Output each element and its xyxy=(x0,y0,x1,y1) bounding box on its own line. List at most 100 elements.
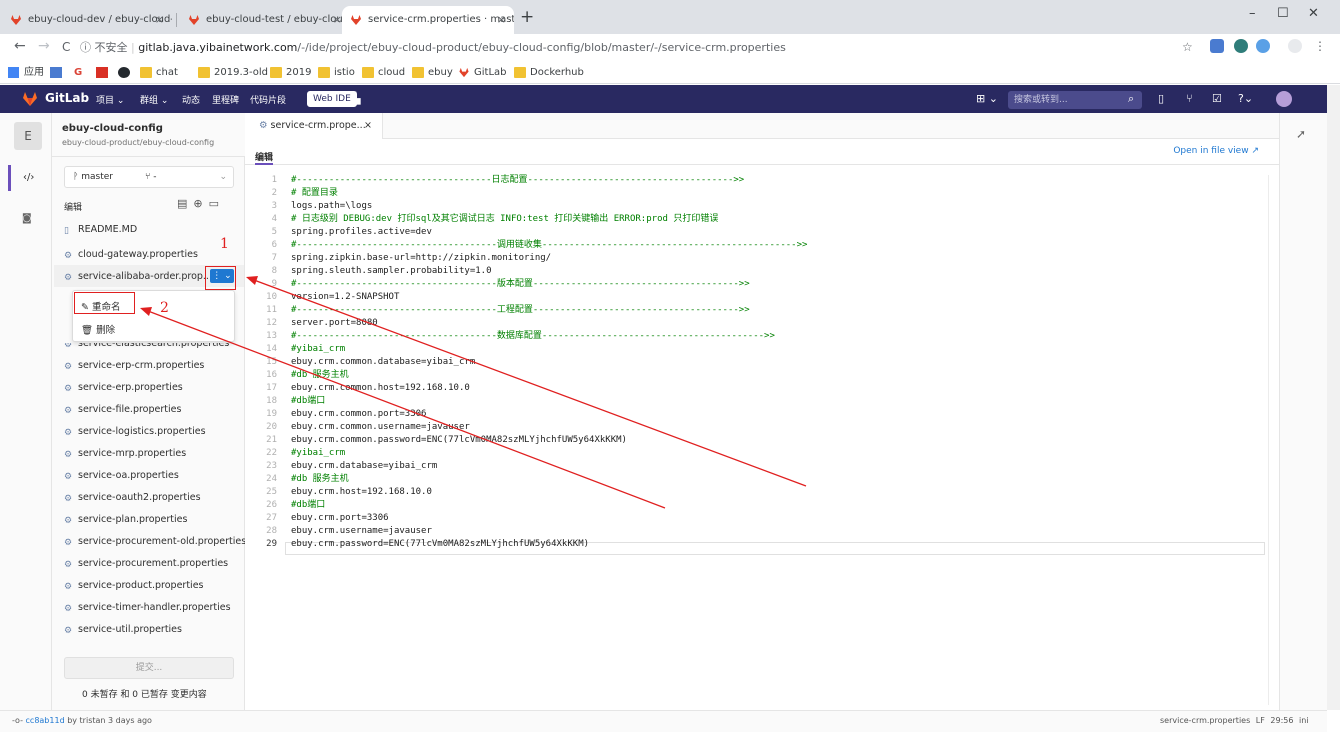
code-line[interactable]: 8 spring.sleuth.sampler.probability=1.0 xyxy=(245,265,492,278)
forward-button[interactable]: → xyxy=(38,38,50,54)
extension-icon[interactable] xyxy=(1234,39,1248,53)
code-line[interactable]: 26 #db端口 xyxy=(245,499,325,512)
code-line[interactable]: 16 #db 服务主机 xyxy=(245,369,349,382)
code-line[interactable]: 24 #db 服务主机 xyxy=(245,473,349,486)
code-line[interactable]: 20 ebuy.crm.common.username=javauser xyxy=(245,421,470,434)
review-mode-icon[interactable]: ◙ xyxy=(22,213,32,224)
file-service-plan[interactable]: ⚙ service-plan.properties xyxy=(64,514,187,526)
bookmark-apps[interactable]: 应用 xyxy=(8,65,44,81)
bookmark-chat[interactable]: chat xyxy=(140,65,178,81)
code-editor[interactable]: 1 #------------------------------------日志… xyxy=(245,165,1279,710)
code-line[interactable]: 7 spring.zipkin.base-url=http://zipkin.mo… xyxy=(245,252,552,265)
code-line[interactable]: 11 #-------------------------------------… xyxy=(245,304,749,317)
code-line[interactable]: 17 ebuy.crm.common.host=192.168.10.0 xyxy=(245,382,470,395)
bookmark-istio[interactable]: istio xyxy=(318,65,355,81)
rocket-icon[interactable]: ➚ xyxy=(1296,127,1306,141)
translate-extension-icon[interactable] xyxy=(1210,39,1224,53)
code-line[interactable]: 27 ebuy.crm.port=3306 xyxy=(245,512,388,525)
upload-icon[interactable]: ⊕ xyxy=(193,197,208,210)
file-service-alibaba-order[interactable]: ⚙ service-alibaba-order.prop... xyxy=(64,271,212,283)
new-item-icon[interactable]: ⊞ ⌄ xyxy=(976,92,998,105)
nav-snippets[interactable]: 代码片段 xyxy=(250,93,286,106)
tab-close-icon[interactable]: × xyxy=(333,6,342,34)
code-line[interactable]: 6 #-------------------------------------调… xyxy=(245,239,808,252)
bookmark-ebuy[interactable]: ebuy xyxy=(412,65,453,81)
profile-icon[interactable] xyxy=(1288,39,1302,53)
code-line[interactable]: 4 # 日志级别 DEBUG:dev 打印sql及其它调试日志 INFO:test… xyxy=(245,213,719,226)
nav-projects[interactable]: 项目 ⌄ xyxy=(96,93,124,106)
browser-menu-icon[interactable]: ⋮ xyxy=(1314,39,1326,53)
file-readme[interactable]: ▯ README.MD xyxy=(64,224,137,236)
file-service-procurement-old[interactable]: ⚙ service-procurement-old.properties xyxy=(64,536,246,548)
browser-tab-crm[interactable]: service-crm.properties · maste × xyxy=(342,6,514,34)
file-service-mrp[interactable]: ⚙ service-mrp.properties xyxy=(64,448,186,460)
code-line[interactable]: 5 spring.profiles.active=dev xyxy=(245,226,432,239)
tab-close-icon[interactable]: × xyxy=(155,6,164,34)
code-line[interactable]: 13 #-------------------------------------… xyxy=(245,330,775,343)
security-indicator[interactable]: ⓘ 不安全 xyxy=(80,41,128,54)
delete-menu-item[interactable]: 🗑 删除 xyxy=(81,322,115,336)
bookmark-github[interactable] xyxy=(118,65,134,81)
maximize-button[interactable]: ☐ xyxy=(1277,6,1289,21)
file-service-erp[interactable]: ⚙ service-erp.properties xyxy=(64,382,183,394)
commit-button[interactable]: 提交... xyxy=(64,657,234,679)
bookmark-2019-3-old[interactable]: 2019.3-old xyxy=(198,65,268,81)
new-directory-icon[interactable]: ▭ xyxy=(209,197,225,210)
gitlab-logo-icon[interactable] xyxy=(22,91,38,107)
minimize-button[interactable]: – xyxy=(1249,6,1256,21)
nav-groups[interactable]: 群组 ⌄ xyxy=(140,93,168,106)
project-name[interactable]: ebuy-cloud-config xyxy=(62,123,163,134)
bookmark-2019[interactable]: 2019 xyxy=(270,65,311,81)
file-service-oa[interactable]: ⚙ service-oa.properties xyxy=(64,470,179,482)
bookmark-dockerhub[interactable]: Dockerhub xyxy=(514,65,584,81)
file-service-util[interactable]: ⚙ service-util.properties xyxy=(64,624,182,636)
code-line[interactable]: 21 ebuy.crm.common.password=ENC(77lcVm0MA… xyxy=(245,434,627,447)
file-service-timer-handler[interactable]: ⚙ service-timer-handler.properties xyxy=(64,602,231,614)
code-line[interactable]: 25 ebuy.crm.host=192.168.10.0 xyxy=(245,486,432,499)
web-ide-button[interactable]: Web IDE xyxy=(307,91,357,107)
page-scrollbar[interactable] xyxy=(1327,85,1340,710)
file-service-oauth2[interactable]: ⚙ service-oauth2.properties xyxy=(64,492,201,504)
file-service-logistics[interactable]: ⚙ service-logistics.properties xyxy=(64,426,206,438)
nav-milestones[interactable]: 里程碑 xyxy=(212,93,239,106)
merge-request-icon[interactable]: ⑂ xyxy=(1186,92,1193,105)
url-bar[interactable]: ⓘ 不安全 | gitlab.java.yibainetwork.com/-/i… xyxy=(80,37,1160,59)
close-tab-icon[interactable]: × xyxy=(364,113,372,139)
bookmark-cloud[interactable]: cloud xyxy=(362,65,405,81)
code-line[interactable]: 28 ebuy.crm.username=javauser xyxy=(245,525,432,538)
bookmark-red[interactable] xyxy=(96,65,112,81)
new-tab-button[interactable]: + xyxy=(520,7,534,27)
code-line[interactable]: 10 version=1.2-SNAPSHOT xyxy=(245,291,399,304)
file-service-erp-crm[interactable]: ⚙ service-erp-crm.properties xyxy=(64,360,204,372)
code-line[interactable]: 29 ebuy.crm.password=ENC(77lcVm0MA82szMLY… xyxy=(245,538,589,551)
close-window-button[interactable]: ✕ xyxy=(1308,6,1319,21)
file-service-procurement[interactable]: ⚙ service-procurement.properties xyxy=(64,558,228,570)
chart-icon[interactable]: ▙ xyxy=(352,92,360,105)
file-service-product[interactable]: ⚙ service-product.properties xyxy=(64,580,204,592)
bookmark-star-icon[interactable]: ☆ xyxy=(1182,40,1193,54)
code-line[interactable]: 2 # 配置目录 xyxy=(245,187,338,200)
code-line[interactable]: 19 ebuy.crm.common.port=3306 xyxy=(245,408,426,421)
issues-icon[interactable]: ☑ xyxy=(1212,92,1222,105)
file-service-file[interactable]: ⚙ service-file.properties xyxy=(64,404,181,416)
code-line[interactable]: 22 #yibai_crm xyxy=(245,447,345,460)
code-line[interactable]: 14 #yibai_crm xyxy=(245,343,345,356)
code-line[interactable]: 23 ebuy.crm.database=yibai_crm xyxy=(245,460,437,473)
merge-request-selector[interactable]: ⑂ - xyxy=(145,167,157,187)
help-icon[interactable]: ?⌄ xyxy=(1238,92,1253,105)
code-line[interactable]: 15 ebuy.crm.common.database=yibai_crm xyxy=(245,356,475,369)
branch-selector[interactable]: ᚹ master ⑂ - ⌄ xyxy=(64,166,234,188)
code-line[interactable]: 3 logs.path=\logs xyxy=(245,200,373,213)
user-avatar[interactable] xyxy=(1276,91,1292,107)
extension-icon[interactable] xyxy=(1256,39,1270,53)
search-input[interactable]: 搜索或转到... xyxy=(1008,91,1142,109)
tab-close-icon[interactable]: × xyxy=(497,6,506,34)
code-line[interactable]: 18 #db端口 xyxy=(245,395,325,408)
bookmark-gitlab[interactable]: GitLab xyxy=(458,65,507,81)
gitlab-brand[interactable]: GitLab xyxy=(45,91,89,105)
editor-tab-service-crm[interactable]: ⚙ service-crm.prope... × xyxy=(245,113,383,139)
browser-tab-dev[interactable]: ebuy-cloud-dev / ebuy-cloud- × xyxy=(2,6,172,34)
edit-mode-icon[interactable]: ‹/› xyxy=(8,165,52,191)
nav-activity[interactable]: 动态 xyxy=(182,93,200,106)
code-line[interactable]: 12 server.port=8080 xyxy=(245,317,378,330)
